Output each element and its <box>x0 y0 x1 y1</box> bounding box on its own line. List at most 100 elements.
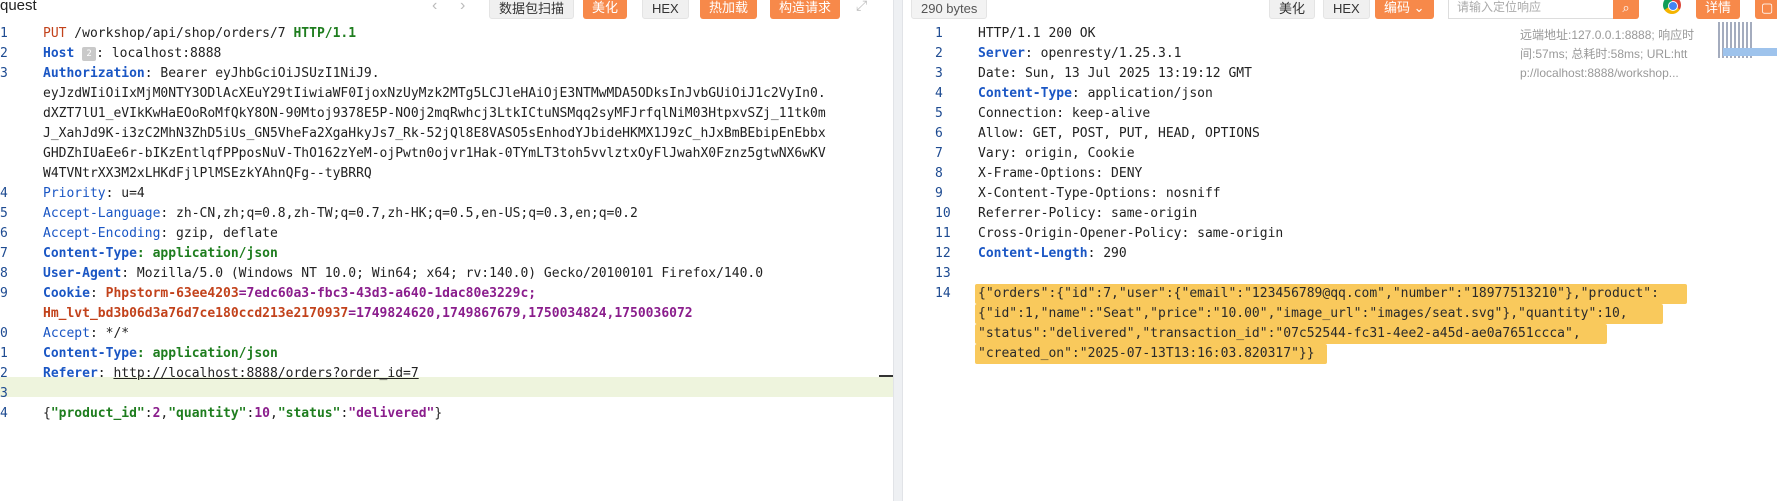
header-key: User-Agent <box>43 266 122 281</box>
header-accept-encoding: 6 Accept-Encoding: gzip, deflate <box>0 224 893 244</box>
auth-token-text: dXZT7lU1_eVIkKwHaEOoRoMfQkY8ON-90Mtoj937… <box>43 106 826 121</box>
beautify-button[interactable]: 美化 <box>583 0 628 19</box>
header-key: Host <box>43 46 75 61</box>
build-request-button[interactable]: 构造请求 <box>770 0 841 19</box>
packet-scan-button[interactable]: 数据包扫描 <box>489 0 575 19</box>
header-value: : same-origin <box>1095 206 1198 221</box>
header-value: : application/json <box>136 246 278 261</box>
hex-button[interactable]: HEX <box>642 0 689 19</box>
header-authorization: 3 Authorization: Bearer eyJhbGciOiJSUzI1… <box>0 64 893 84</box>
header-accept-language: 5 Accept-Language: zh-CN,zh;q=0.8,zh-TW;… <box>0 204 893 224</box>
cookie-value: =7edc60a3-fbc3-43d3-a640-1dac80e3229c; <box>238 286 537 301</box>
request-line: 1 PUT /workshop/api/shop/orders/7 HTTP/1… <box>0 24 893 44</box>
line-number: 4 <box>0 406 8 421</box>
line-number: 1 <box>0 26 8 41</box>
http-method: PUT <box>43 26 67 41</box>
header-key: Vary <box>978 146 1010 161</box>
encoding-label: 编码 <box>1384 0 1411 15</box>
request-pane-title: quest <box>0 0 37 14</box>
hot-reload-button[interactable]: 热加载 <box>700 0 758 19</box>
line-number: 6 <box>0 226 8 241</box>
header-value: : application/json <box>1071 86 1213 101</box>
line-number: 3 <box>935 66 943 81</box>
pane-splitter[interactable] <box>893 0 903 501</box>
header-value: : Sun, 13 Jul 2025 13:19:12 GMT <box>1009 66 1252 81</box>
header-value: : zh-CN,zh;q=0.8,zh-TW;q=0.7,zh-HK;q=0.5… <box>160 206 638 221</box>
line-number: 11 <box>935 226 951 241</box>
line-number: 0 <box>0 326 8 341</box>
line-number: 9 <box>935 186 943 201</box>
request-pane: quest ‹ › 数据包扫描 美化 HEX 热加载 构造请求 ⤢ 1 PUT … <box>0 0 893 501</box>
response-hex-button[interactable]: HEX <box>1323 0 1370 19</box>
request-toolbar: quest ‹ › 数据包扫描 美化 HEX 热加载 构造请求 ⤢ <box>0 0 893 20</box>
cookie-continuation: Hm_lvt_bd3b06d3a76d7ce180ccd213e2170937=… <box>0 304 893 324</box>
header-value: : 290 <box>1087 246 1127 261</box>
response-body-text: {"id":1,"name":"Seat","price":"10.00","i… <box>978 306 1628 321</box>
header-referer: 2 Referer: http://localhost:8888/orders?… <box>0 364 893 384</box>
details-button[interactable]: 详情 <box>1696 0 1741 19</box>
line-number: 5 <box>0 206 8 221</box>
line-number: 2 <box>935 46 943 61</box>
search-icon[interactable]: ⌕ <box>1613 0 1639 19</box>
header-key: Content-Type <box>978 86 1072 101</box>
header-key: Cross-Origin-Opener-Policy <box>978 226 1182 241</box>
blank-line: 3 <box>0 384 893 404</box>
header-key: Connection <box>978 106 1057 121</box>
line-number: 8 <box>935 166 943 181</box>
header-key: Referrer-Policy <box>978 206 1096 221</box>
line-number: 1 <box>0 346 8 361</box>
chevron-left-icon[interactable]: ‹ <box>432 0 437 15</box>
header-value: : Mozilla/5.0 (Windows NT 10.0; Win64; x… <box>121 266 764 281</box>
expand-icon[interactable]: ⤢ <box>856 0 867 14</box>
header-value: : origin, Cookie <box>1009 146 1135 161</box>
response-beautify-button[interactable]: 美化 <box>1269 0 1316 19</box>
message-icon[interactable]: ▢ <box>1755 0 1777 19</box>
header-content-type: 7 Content-Type: application/json <box>0 244 893 264</box>
response-body: 14 {"orders":{"id":7,"user":{"email":"12… <box>903 284 1777 304</box>
header-key: Content-Length <box>978 246 1088 261</box>
auth-token-line: W4TVNtrXX3M2xLHKdFjlPlMSEzkYAhnQFg--tyBR… <box>0 164 893 184</box>
line-number: 2 <box>0 366 8 381</box>
header-value: : same-origin <box>1181 226 1284 241</box>
line-number: 3 <box>0 66 8 81</box>
header-value: : openresty/1.25.3.1 <box>1024 46 1182 61</box>
response-pane: 290 bytes 美化 HEX 编码 ⌄ 请输入定位响应 ⌕ 详情 ▢ 远端地… <box>903 0 1777 501</box>
header-host: 2 Host 2: localhost:8888 <box>0 44 893 64</box>
line-number: 14 <box>935 286 951 301</box>
header-value: : keep-alive <box>1056 106 1151 121</box>
line-number: 4 <box>0 186 8 201</box>
header-accept: 0 Accept: */* <box>0 324 893 344</box>
header-user-agent: 8 User-Agent: Mozilla/5.0 (Windows NT 10… <box>0 264 893 284</box>
referer-link[interactable]: http://localhost:8888/orders?order_id=7 <box>113 366 418 381</box>
chrome-icon[interactable] <box>1663 0 1681 14</box>
json-brace: { <box>43 406 51 421</box>
host-count-badge: 2 <box>82 46 97 61</box>
chevron-right-icon[interactable]: › <box>460 0 465 15</box>
json-brace: } <box>434 406 443 421</box>
chevron-down-icon: ⌄ <box>1410 0 1425 15</box>
locate-response-input[interactable]: 请输入定位响应 <box>1448 0 1618 19</box>
header-key: Accept <box>43 326 90 341</box>
cookie-name: Hm_lvt_bd3b06d3a76d7ce180ccd213e2170937 <box>43 306 349 321</box>
header-value: : nosniff <box>1150 186 1221 201</box>
request-path: /workshop/api/shop/orders/7 <box>66 26 294 41</box>
header-value: : GET, POST, PUT, HEAD, OPTIONS <box>1017 126 1260 141</box>
auth-token-text: eyJzdWIiOiIxMjM0NTY3ODlAcXEuY29tIiwiaWF0… <box>43 86 826 101</box>
status-line: HTTP/1.1 200 OK <box>978 26 1096 41</box>
request-body: 4 {"product_id":2,"quantity":10,"status"… <box>0 404 893 424</box>
header-key: Server <box>978 46 1025 61</box>
header-key: Accept-Language <box>43 206 161 221</box>
line-number: 10 <box>935 206 951 221</box>
header-key: Referer <box>43 366 98 381</box>
header-key: Cookie <box>43 286 90 301</box>
header-key: Authorization <box>43 66 145 81</box>
encoding-dropdown[interactable]: 编码 ⌄ <box>1375 0 1434 19</box>
header-value: : gzip, deflate <box>160 226 278 241</box>
response-body-text: {"orders":{"id":7,"user":{"email":"12345… <box>978 286 1659 301</box>
header-key: Priority <box>43 186 106 201</box>
response-toolbar: 290 bytes 美化 HEX 编码 ⌄ 请输入定位响应 ⌕ 详情 ▢ <box>903 0 1777 20</box>
json-key: "status" <box>277 406 341 421</box>
auth-token-text: W4TVNtrXX3M2xLHKdFjlPlMSEzkYAhnQFg--tyBR… <box>43 166 372 181</box>
response-body-text: "created_on":"2025-07-13T13:16:03.820317… <box>978 346 1315 361</box>
header-key: Allow <box>978 126 1018 141</box>
